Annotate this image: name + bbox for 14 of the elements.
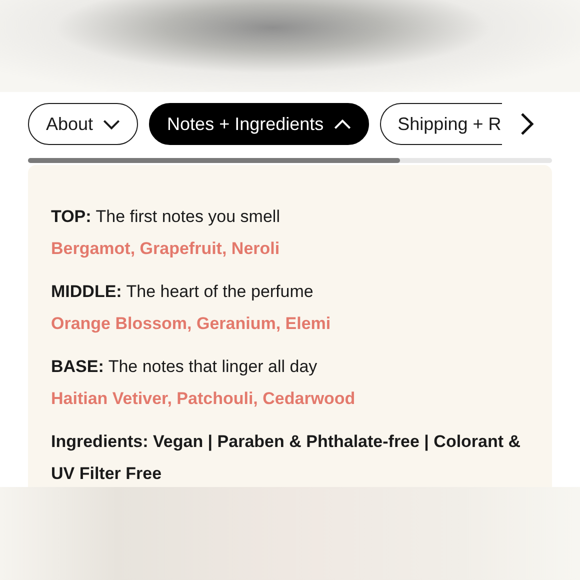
note-list: Haitian Vetiver, Patchouli, Cedarwood xyxy=(51,383,532,415)
tab[interactable]: About xyxy=(28,103,138,145)
chevron-up-icon xyxy=(334,118,351,130)
note-list: Bergamot, Grapefruit, Neroli xyxy=(51,233,532,265)
note-description: MIDDLE: The heart of the perfume xyxy=(51,281,314,303)
note-description: BASE: The notes that linger all day xyxy=(51,356,318,378)
ingredients-text: Ingredients: Vegan | Paraben & Phthalate-free | Colorant & UV Filter Free xyxy=(51,431,522,485)
note-description: TOP: The first notes you smell xyxy=(51,206,281,228)
chevron-right-icon[interactable] xyxy=(520,112,534,136)
scrollbar-thumb[interactable] xyxy=(28,158,400,163)
tab[interactable]: Notes + Ingredients xyxy=(149,103,369,145)
note-list: Orange Blossom, Geranium, Elemi xyxy=(51,308,532,340)
tab[interactable]: Shipping + R xyxy=(380,103,502,145)
chevron-down-icon xyxy=(103,118,120,130)
